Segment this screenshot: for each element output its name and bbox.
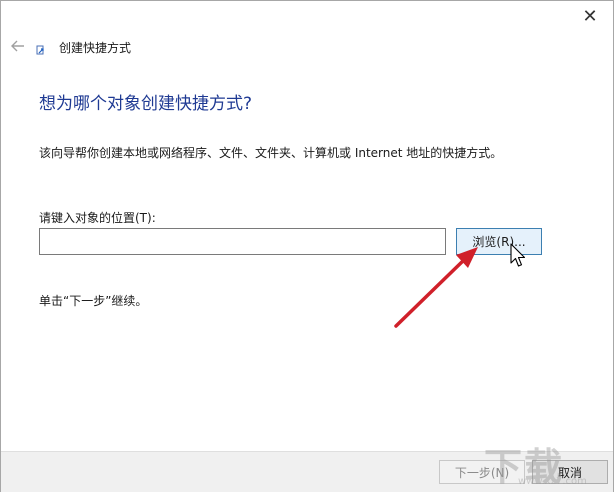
wizard-description: 该向导帮你创建本地或网络程序、文件、文件夹、计算机或 Internet 地址的快… <box>39 146 503 160</box>
create-shortcut-window: ✕ 创建快捷方式 想为哪个对象创建快捷方式? 该向导帮你创建本地或网络程序、文件… <box>0 0 614 492</box>
next-button[interactable]: 下一步(N) <box>439 460 525 484</box>
continue-hint: 单击“下一步”继续。 <box>39 294 148 308</box>
browse-button[interactable]: 浏览(R)... <box>456 228 542 255</box>
close-icon[interactable]: ✕ <box>573 3 607 29</box>
cancel-button[interactable]: 取消 <box>532 460 608 484</box>
shortcut-wizard-icon <box>35 41 47 55</box>
page-heading: 想为哪个对象创建快捷方式? <box>39 94 253 114</box>
back-arrow-icon[interactable] <box>7 35 29 57</box>
back-arrow-glyph <box>11 40 24 52</box>
location-input[interactable] <box>39 228 446 255</box>
wizard-title: 创建快捷方式 <box>59 41 132 55</box>
location-label: 请键入对象的位置(T): <box>39 211 156 225</box>
